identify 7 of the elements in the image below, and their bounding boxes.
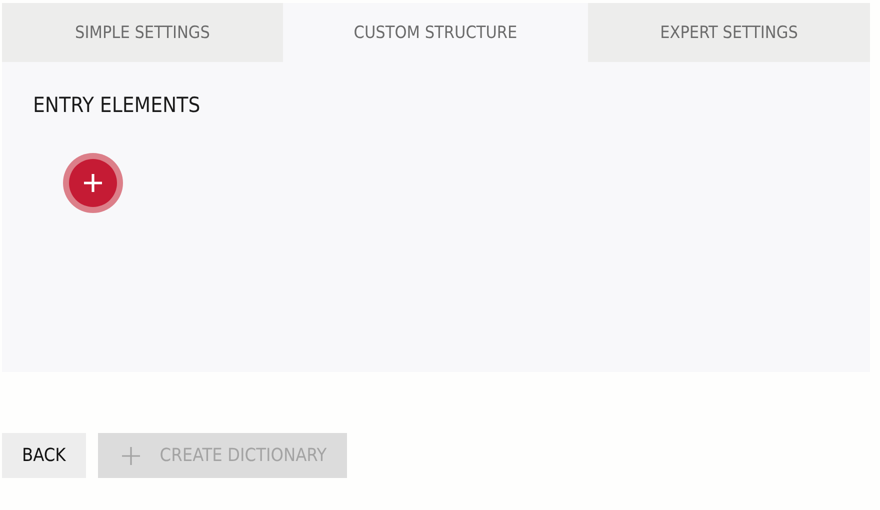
tab[interactable]: SIMPLE SETTINGS [2, 3, 283, 62]
plus-icon [122, 446, 140, 464]
tab[interactable]: CUSTOM STRUCTURE [283, 3, 588, 62]
section-heading: ENTRY ELEMENTS [33, 93, 202, 117]
tab[interactable]: EXPERT SETTINGS [588, 3, 870, 62]
back-button[interactable]: BACK [2, 433, 86, 478]
plus-icon [82, 172, 104, 194]
